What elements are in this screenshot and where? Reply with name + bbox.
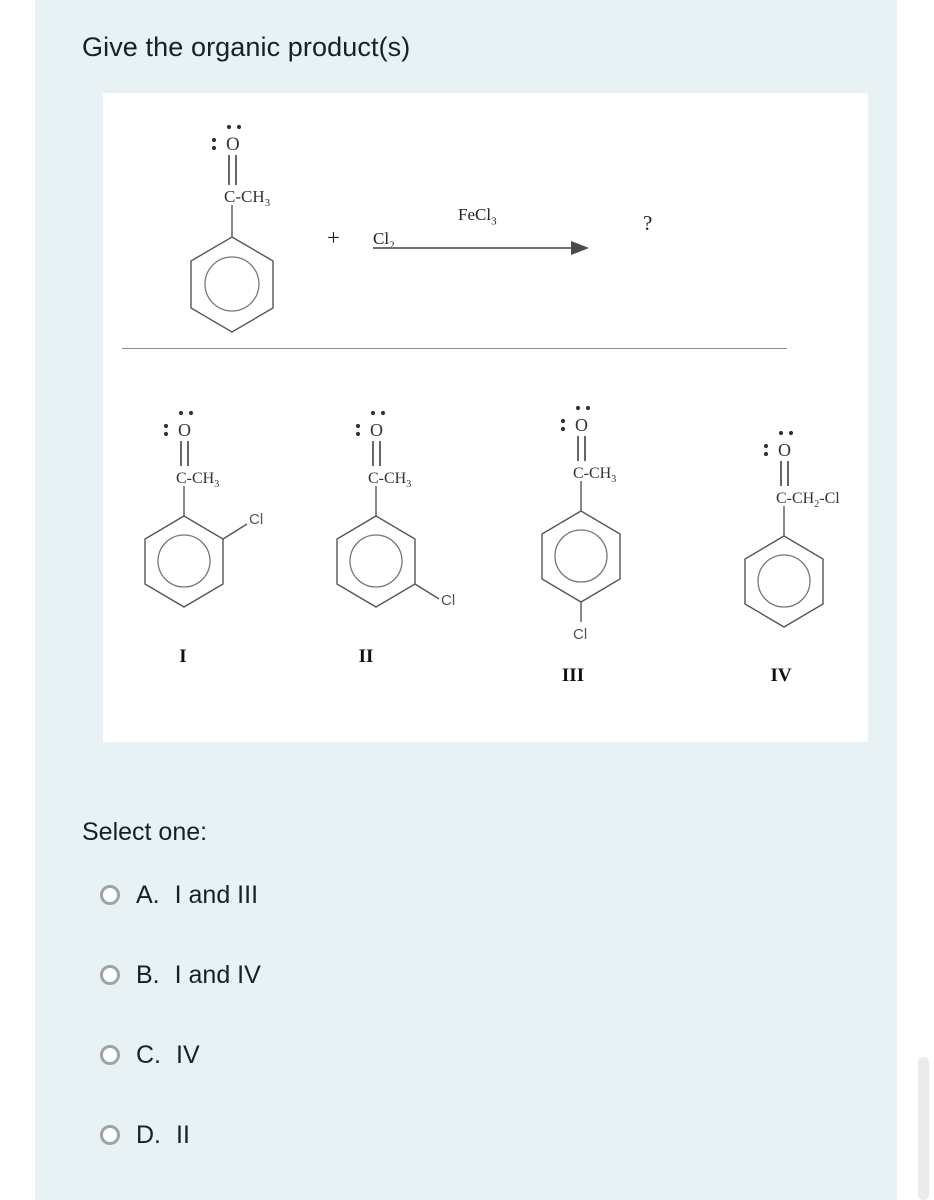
question-card: O C-CH3 + Cl2 FeCl3 ? O C-CH3 Cl I O C-C…	[103, 93, 868, 742]
option-c-letter: C.	[136, 1040, 161, 1069]
acyl-carbon-label: C-CH2-Cl	[776, 490, 840, 510]
product-label-IV: IV	[770, 665, 792, 686]
radio-option-d[interactable]	[100, 1125, 120, 1145]
product-structure-III: O C-CH3 Cl	[540, 393, 730, 643]
acyl-carbon-label: C-CH3	[573, 465, 616, 485]
option-b-letter: B.	[136, 960, 160, 989]
option-a-letter: A.	[136, 880, 160, 909]
option-row-a[interactable]: A. I and III	[100, 878, 258, 912]
benzene-ring	[744, 535, 824, 628]
acyl-carbon-label: C-CH3	[368, 470, 411, 490]
catalyst-subscript: 3	[491, 215, 497, 228]
option-row-b[interactable]: B. I and IV	[100, 958, 261, 992]
carbonyl-oxygen-label: O	[778, 440, 791, 460]
aromatic-circle	[349, 534, 403, 588]
option-row-d[interactable]: D. II	[100, 1118, 190, 1152]
page-title: Give the organic product(s)	[82, 32, 411, 62]
reaction-arrow	[371, 233, 601, 263]
radio-option-c[interactable]	[100, 1045, 120, 1065]
benzene-ring	[541, 510, 621, 603]
chloro-label: Cl	[441, 592, 455, 609]
vertical-scrollbar[interactable]	[918, 1057, 929, 1200]
option-d-text: II	[176, 1120, 190, 1149]
option-a-text: I and III	[174, 880, 259, 909]
aromatic-circle	[757, 554, 811, 608]
catalyst-fecl3: FeCl3	[458, 205, 497, 227]
product-structure-I: O C-CH3 Cl	[143, 398, 333, 628]
product-label-II: II	[358, 646, 374, 667]
acyl-carbon-label: C-CH3	[224, 187, 271, 209]
chloro-label: Cl	[249, 511, 263, 528]
chloro-label: Cl	[573, 626, 587, 643]
option-c-text: IV	[176, 1040, 200, 1069]
plus-sign: +	[327, 225, 340, 250]
product-structure-IV: O C-CH2-Cl	[743, 418, 933, 648]
benzene-ring	[144, 515, 224, 608]
aromatic-circle	[554, 529, 608, 583]
product-placeholder: ?	[643, 211, 653, 235]
carbonyl-oxygen-label: O	[370, 420, 383, 440]
select-one-prompt: Select one:	[82, 818, 208, 846]
carbonyl-oxygen-label: O	[575, 415, 588, 435]
product-structure-II: O C-CH3 Cl	[335, 398, 525, 628]
acyl-carbon-label: C-CH3	[176, 470, 219, 490]
benzene-ring	[336, 515, 416, 608]
option-row-c[interactable]: C. IV	[100, 1038, 200, 1072]
chloro-bond	[222, 523, 248, 540]
radio-option-a[interactable]	[100, 885, 120, 905]
benzene-ring	[190, 236, 274, 333]
carbonyl-oxygen-label: O	[178, 420, 191, 440]
aromatic-circle	[204, 256, 260, 312]
option-d-letter: D.	[136, 1120, 161, 1149]
catalyst-label: FeCl	[458, 205, 492, 224]
option-b-text: I and IV	[174, 960, 261, 989]
product-label-I: I	[179, 646, 187, 667]
chloro-bond	[414, 583, 440, 600]
reaction-scheme: O C-CH3 + Cl2 FeCl3 ?	[103, 93, 868, 348]
product-label-III: III	[561, 665, 585, 686]
radio-option-b[interactable]	[100, 965, 120, 985]
aromatic-circle	[157, 534, 211, 588]
reactant-acetophenone: O C-CH3	[151, 109, 341, 333]
carbonyl-oxygen-label: O	[226, 134, 240, 155]
section-divider	[122, 348, 787, 349]
